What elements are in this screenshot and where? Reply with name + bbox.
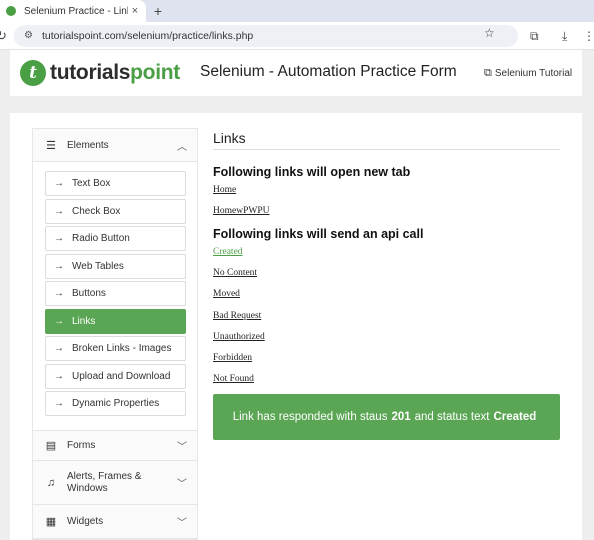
sidebar-item-label: Web Tables <box>72 260 124 272</box>
sidebar-item-label: Buttons <box>72 288 106 299</box>
tab-title: Selenium Practice - Links <box>24 5 128 17</box>
widgets-section-header[interactable]: ▦ Widgets ﹀ <box>33 505 197 539</box>
address-bar: ↻ ⚙ tutorialspoint.com/selenium/practice… <box>0 22 594 50</box>
elements-list: → Text Box → Check Box → Radio Button → Web … <box>45 171 186 419</box>
page-heading: Selenium - Automation Practice Form <box>200 63 457 80</box>
sidebar-item-links[interactable]: → Links <box>45 308 186 334</box>
url-text[interactable]: tutorialspoint.com/selenium/practice/lin… <box>42 29 253 43</box>
api-heading: Following links will send an api call <box>213 227 424 241</box>
tutorial-link-label: Selenium Tutorial <box>494 68 573 79</box>
sidebar-item-label: Upload and Download <box>72 370 171 382</box>
star-icon[interactable]: ☆ <box>484 25 495 41</box>
arrow-right-icon: → <box>54 343 64 354</box>
arrow-right-icon: → <box>54 315 64 327</box>
sidebar-item-web-tables[interactable]: → Web Tables <box>45 253 186 279</box>
sidebar: ☰ Elements ︿ → Text Box → Check Box → Radio… <box>32 128 198 540</box>
logo[interactable]: t tutorialspoint <box>20 60 180 86</box>
url-field[interactable]: ⚙ tutorialspoint.com/selenium/practice/l… <box>14 25 518 47</box>
close-tab-icon[interactable]: × <box>128 5 142 17</box>
created-link[interactable]: Created <box>213 247 243 257</box>
selenium-tutorial-link[interactable]: ⧉ Selenium Tutorial <box>484 67 572 80</box>
new-tab-heading: Following links will open new tab <box>213 165 411 179</box>
not-found-link[interactable]: Not Found <box>213 374 254 384</box>
forms-icon: ▤ <box>45 440 57 452</box>
external-link-icon: ⧉ <box>484 67 492 79</box>
chevron-down-icon: ﹀ <box>177 518 187 529</box>
arrow-right-icon: → <box>54 288 64 299</box>
logo-prefix: tutorials <box>50 61 131 84</box>
sidebar-item-buttons[interactable]: → Buttons <box>45 281 186 306</box>
sidebar-item-label: Links <box>72 315 96 327</box>
sidebar-item-label: Radio Button <box>72 233 130 244</box>
sidebar-item-label: Dynamic Properties <box>72 398 160 409</box>
reload-icon[interactable]: ↻ <box>0 28 10 44</box>
sidebar-item-label: Text Box <box>72 178 111 189</box>
elements-label: Elements <box>67 139 109 151</box>
response-alert: Link has responded with staus 201 and st… <box>213 394 560 440</box>
sidebar-item-radio-button[interactable]: → Radio Button <box>45 226 186 251</box>
logo-suffix: point <box>130 61 180 84</box>
alert-status-text: Created <box>493 411 537 423</box>
sidebar-item-label: Check Box <box>72 205 121 217</box>
alert-middle: and status text <box>414 411 490 423</box>
browser-tab[interactable]: Selenium Practice - Links × <box>0 0 146 22</box>
chevron-up-icon: ︿ <box>177 141 187 153</box>
no-content-link[interactable]: No Content <box>213 268 257 278</box>
arrow-right-icon: → <box>54 260 64 272</box>
sidebar-item-dynamic-properties[interactable]: → Dynamic Properties <box>45 391 186 416</box>
sidebar-item-label: Broken Links - Images <box>72 343 172 354</box>
more-icon[interactable]: ⋮ <box>583 28 594 44</box>
alert-status-code: 201 <box>391 411 411 423</box>
bell-icon: ♫ <box>46 476 56 489</box>
menu-icon: ☰ <box>46 139 56 152</box>
logo-text: tutorialspoint <box>50 61 180 85</box>
logo-mark-icon: t <box>20 60 46 86</box>
home-dynamic-link[interactable]: HomewPWPU <box>213 206 269 216</box>
arrow-right-icon: → <box>54 370 64 382</box>
home-link[interactable]: Home <box>213 185 236 195</box>
divider <box>213 149 560 150</box>
moved-link[interactable]: Moved <box>213 289 240 299</box>
arrow-right-icon: → <box>54 205 64 217</box>
unauthorized-link[interactable]: Unauthorized <box>213 332 265 342</box>
forms-label: Forms <box>67 440 96 451</box>
download-icon[interactable]: ⤓ <box>562 28 567 44</box>
main-card: ☰ Elements ︿ → Text Box → Check Box → Radio… <box>10 113 582 540</box>
favicon-icon <box>6 6 16 16</box>
alerts-label: Alerts, Frames & Windows <box>67 470 142 494</box>
elements-section-header[interactable]: ☰ Elements ︿ <box>33 129 197 162</box>
alerts-section-header[interactable]: ♫ Alerts, Frames & Windows ﹀ <box>33 461 197 505</box>
widgets-icon: ▦ <box>45 516 57 528</box>
sidebar-item-check-box[interactable]: → Check Box <box>45 198 186 224</box>
forms-section-header[interactable]: ▤ Forms ﹀ <box>33 430 197 461</box>
arrow-right-icon: → <box>54 178 64 189</box>
section-title: Links <box>213 130 246 146</box>
chevron-down-icon: ﹀ <box>177 442 187 453</box>
forbidden-link[interactable]: Forbidden <box>213 353 252 363</box>
arrow-right-icon: → <box>54 233 64 244</box>
browser-tab-strip: Selenium Practice - Links × + <box>0 0 594 22</box>
new-tab-button[interactable]: + <box>150 2 166 20</box>
sidebar-item-upload-download[interactable]: → Upload and Download <box>45 363 186 389</box>
alert-prefix: Link has responded with staus <box>232 411 388 423</box>
bad-request-link[interactable]: Bad Request <box>213 311 261 321</box>
sidebar-item-text-box[interactable]: → Text Box <box>45 171 186 196</box>
chevron-down-icon: ﹀ <box>177 479 187 490</box>
site-info-icon[interactable]: ⚙ <box>24 30 36 42</box>
arrow-right-icon: → <box>54 398 64 409</box>
sidebar-item-broken-links[interactable]: → Broken Links - Images <box>45 336 186 361</box>
widgets-label: Widgets <box>67 516 104 527</box>
site-header: t tutorialspoint Selenium - Automation P… <box>10 50 582 96</box>
extensions-icon[interactable]: ⧉ <box>530 28 539 44</box>
